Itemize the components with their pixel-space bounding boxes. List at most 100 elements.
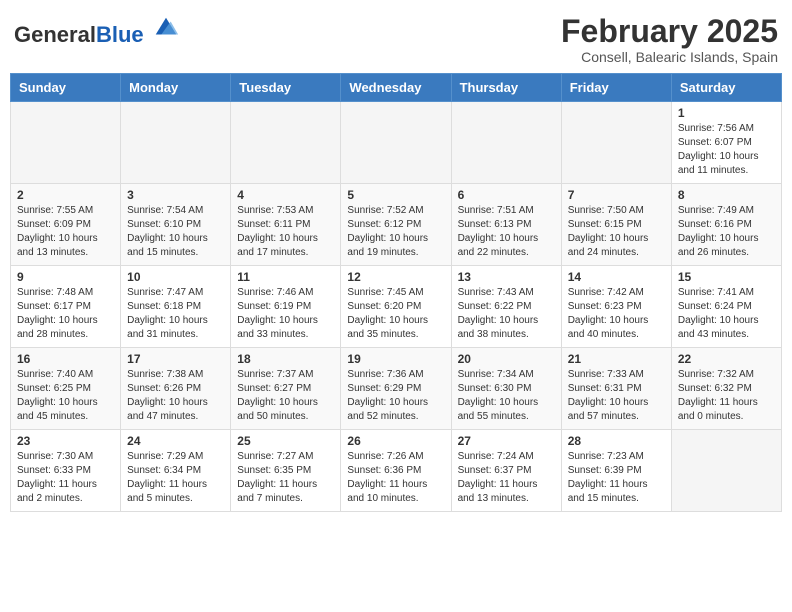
calendar-cell: 11 Sunrise: 7:46 AM Sunset: 6:19 PM Dayli… (231, 266, 341, 348)
day-number: 9 (17, 270, 114, 284)
day-header-tuesday: Tuesday (231, 74, 341, 102)
day-info: Sunrise: 7:34 AM Sunset: 6:30 PM Dayligh… (458, 368, 555, 424)
week-row-4: 16 Sunrise: 7:40 AM Sunset: 6:25 PM Dayli… (11, 348, 782, 430)
day-info: Sunrise: 7:43 AM Sunset: 6:22 PM Dayligh… (458, 286, 555, 342)
month-title: February 2025 (561, 14, 778, 49)
day-info: Sunrise: 7:50 AM Sunset: 6:15 PM Dayligh… (568, 204, 665, 260)
day-info: Sunrise: 7:30 AM Sunset: 6:33 PM Dayligh… (17, 450, 114, 506)
day-info: Sunrise: 7:26 AM Sunset: 6:36 PM Dayligh… (347, 450, 444, 506)
day-number: 5 (347, 188, 444, 202)
day-number: 20 (458, 352, 555, 366)
calendar-cell: 28 Sunrise: 7:23 AM Sunset: 6:39 PM Dayli… (561, 430, 671, 512)
day-info: Sunrise: 7:38 AM Sunset: 6:26 PM Dayligh… (127, 368, 224, 424)
day-number: 13 (458, 270, 555, 284)
day-number: 23 (17, 434, 114, 448)
calendar-cell: 6 Sunrise: 7:51 AM Sunset: 6:13 PM Daylig… (451, 184, 561, 266)
day-info: Sunrise: 7:42 AM Sunset: 6:23 PM Dayligh… (568, 286, 665, 342)
day-number: 16 (17, 352, 114, 366)
day-number: 19 (347, 352, 444, 366)
day-number: 21 (568, 352, 665, 366)
day-header-wednesday: Wednesday (341, 74, 451, 102)
day-info: Sunrise: 7:49 AM Sunset: 6:16 PM Dayligh… (678, 204, 775, 260)
calendar-cell (231, 102, 341, 184)
day-info: Sunrise: 7:40 AM Sunset: 6:25 PM Dayligh… (17, 368, 114, 424)
week-row-1: 1Sunrise: 7:56 AM Sunset: 6:07 PM Daylig… (11, 102, 782, 184)
day-number: 10 (127, 270, 224, 284)
day-number: 7 (568, 188, 665, 202)
logo-icon (152, 14, 180, 42)
day-info: Sunrise: 7:45 AM Sunset: 6:20 PM Dayligh… (347, 286, 444, 342)
calendar-cell (11, 102, 121, 184)
day-info: Sunrise: 7:52 AM Sunset: 6:12 PM Dayligh… (347, 204, 444, 260)
week-row-2: 2 Sunrise: 7:55 AM Sunset: 6:09 PM Daylig… (11, 184, 782, 266)
day-number: 2 (17, 188, 114, 202)
logo-blue-text: Blue (96, 22, 144, 47)
calendar-cell: 26 Sunrise: 7:26 AM Sunset: 6:36 PM Dayli… (341, 430, 451, 512)
calendar-cell: 25Sunrise: 7:27 AM Sunset: 6:35 PM Dayli… (231, 430, 341, 512)
day-number: 26 (347, 434, 444, 448)
day-info: Sunrise: 7:51 AM Sunset: 6:13 PM Dayligh… (458, 204, 555, 260)
day-info: Sunrise: 7:55 AM Sunset: 6:09 PM Dayligh… (17, 204, 114, 260)
day-number: 24 (127, 434, 224, 448)
day-info: Sunrise: 7:54 AM Sunset: 6:10 PM Dayligh… (127, 204, 224, 260)
day-number: 3 (127, 188, 224, 202)
location: Consell, Balearic Islands, Spain (561, 49, 778, 65)
day-info: Sunrise: 7:33 AM Sunset: 6:31 PM Dayligh… (568, 368, 665, 424)
calendar-cell: 19 Sunrise: 7:36 AM Sunset: 6:29 PM Dayli… (341, 348, 451, 430)
calendar-table: SundayMondayTuesdayWednesdayThursdayFrid… (10, 73, 782, 512)
day-info: Sunrise: 7:29 AM Sunset: 6:34 PM Dayligh… (127, 450, 224, 506)
calendar-cell (451, 102, 561, 184)
day-info: Sunrise: 7:48 AM Sunset: 6:17 PM Dayligh… (17, 286, 114, 342)
day-info: Sunrise: 7:24 AM Sunset: 6:37 PM Dayligh… (458, 450, 555, 506)
day-info: Sunrise: 7:37 AM Sunset: 6:27 PM Dayligh… (237, 368, 334, 424)
day-info: Sunrise: 7:46 AM Sunset: 6:19 PM Dayligh… (237, 286, 334, 342)
day-number: 14 (568, 270, 665, 284)
day-info: Sunrise: 7:47 AM Sunset: 6:18 PM Dayligh… (127, 286, 224, 342)
day-info: Sunrise: 7:56 AM Sunset: 6:07 PM Dayligh… (678, 122, 775, 178)
day-header-friday: Friday (561, 74, 671, 102)
calendar-cell: 10 Sunrise: 7:47 AM Sunset: 6:18 PM Dayli… (121, 266, 231, 348)
calendar-cell: 27Sunrise: 7:24 AM Sunset: 6:37 PM Dayli… (451, 430, 561, 512)
calendar-cell: 14 Sunrise: 7:42 AM Sunset: 6:23 PM Dayli… (561, 266, 671, 348)
calendar-cell: 13 Sunrise: 7:43 AM Sunset: 6:22 PM Dayli… (451, 266, 561, 348)
day-header-monday: Monday (121, 74, 231, 102)
calendar-cell: 3 Sunrise: 7:54 AM Sunset: 6:10 PM Daylig… (121, 184, 231, 266)
calendar-cell (671, 430, 781, 512)
day-info: Sunrise: 7:23 AM Sunset: 6:39 PM Dayligh… (568, 450, 665, 506)
calendar-cell: 1Sunrise: 7:56 AM Sunset: 6:07 PM Daylig… (671, 102, 781, 184)
day-number: 11 (237, 270, 334, 284)
day-info: Sunrise: 7:32 AM Sunset: 6:32 PM Dayligh… (678, 368, 775, 424)
title-block: February 2025 Consell, Balearic Islands,… (561, 14, 778, 65)
calendar-cell (121, 102, 231, 184)
calendar-header-row: SundayMondayTuesdayWednesdayThursdayFrid… (11, 74, 782, 102)
day-number: 22 (678, 352, 775, 366)
day-number: 18 (237, 352, 334, 366)
calendar-cell: 17 Sunrise: 7:38 AM Sunset: 6:26 PM Dayli… (121, 348, 231, 430)
day-info: Sunrise: 7:27 AM Sunset: 6:35 PM Dayligh… (237, 450, 334, 506)
calendar-cell: 7 Sunrise: 7:50 AM Sunset: 6:15 PM Daylig… (561, 184, 671, 266)
calendar-cell: 2 Sunrise: 7:55 AM Sunset: 6:09 PM Daylig… (11, 184, 121, 266)
day-header-sunday: Sunday (11, 74, 121, 102)
calendar-cell: 21 Sunrise: 7:33 AM Sunset: 6:31 PM Dayli… (561, 348, 671, 430)
day-info: Sunrise: 7:36 AM Sunset: 6:29 PM Dayligh… (347, 368, 444, 424)
day-header-thursday: Thursday (451, 74, 561, 102)
calendar-cell: 4 Sunrise: 7:53 AM Sunset: 6:11 PM Daylig… (231, 184, 341, 266)
calendar-cell: 9 Sunrise: 7:48 AM Sunset: 6:17 PM Daylig… (11, 266, 121, 348)
day-number: 4 (237, 188, 334, 202)
calendar-cell: 12 Sunrise: 7:45 AM Sunset: 6:20 PM Dayli… (341, 266, 451, 348)
day-number: 28 (568, 434, 665, 448)
day-info: Sunrise: 7:53 AM Sunset: 6:11 PM Dayligh… (237, 204, 334, 260)
day-number: 6 (458, 188, 555, 202)
logo-general-text: General (14, 22, 96, 47)
calendar-cell: 22 Sunrise: 7:32 AM Sunset: 6:32 PM Dayli… (671, 348, 781, 430)
day-header-saturday: Saturday (671, 74, 781, 102)
calendar-cell (341, 102, 451, 184)
calendar-cell: 8Sunrise: 7:49 AM Sunset: 6:16 PM Daylig… (671, 184, 781, 266)
page-header: GeneralBlue February 2025 Consell, Balea… (10, 10, 782, 65)
week-row-5: 23 Sunrise: 7:30 AM Sunset: 6:33 PM Dayli… (11, 430, 782, 512)
logo: GeneralBlue (14, 14, 180, 47)
calendar-cell: 24 Sunrise: 7:29 AM Sunset: 6:34 PM Dayli… (121, 430, 231, 512)
day-number: 12 (347, 270, 444, 284)
week-row-3: 9 Sunrise: 7:48 AM Sunset: 6:17 PM Daylig… (11, 266, 782, 348)
day-number: 17 (127, 352, 224, 366)
